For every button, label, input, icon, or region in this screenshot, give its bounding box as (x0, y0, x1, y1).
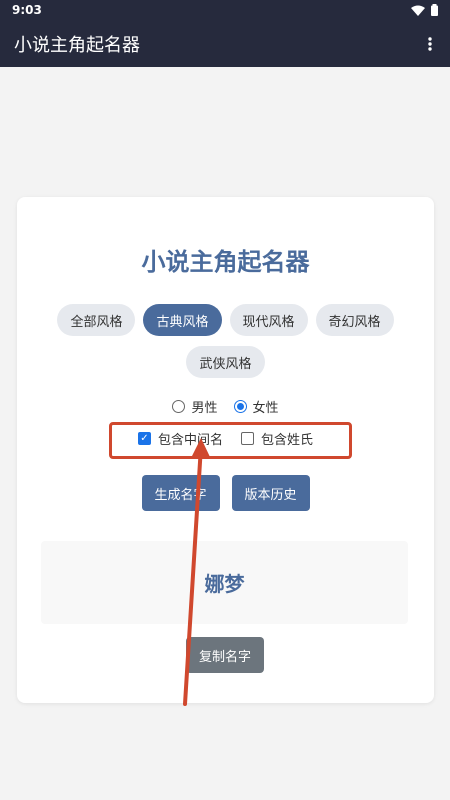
chip-all-styles[interactable]: 全部风格 (57, 304, 136, 336)
status-bar: 9:03 (0, 0, 450, 20)
more-vert-icon[interactable] (418, 32, 442, 56)
gender-male-option[interactable]: 男性 (172, 397, 218, 416)
action-buttons: 生成名字 版本历史 (17, 475, 434, 511)
status-time: 9:03 (12, 3, 42, 17)
chip-modern-style[interactable]: 现代风格 (229, 304, 308, 336)
style-chips: 全部风格 古典风格 现代风格 奇幻风格 武侠风格 (47, 304, 404, 378)
app-bar: 小说主角起名器 (0, 20, 450, 67)
male-radio[interactable] (172, 400, 186, 413)
generate-name-button[interactable]: 生成名字 (141, 475, 220, 511)
app-title: 小说主角起名器 (14, 34, 140, 56)
gender-radio-group: 男性 女性 (17, 397, 434, 416)
chip-classical-style[interactable]: 古典风格 (143, 304, 222, 336)
copy-name-button[interactable]: 复制名字 (186, 637, 264, 673)
version-history-button[interactable]: 版本历史 (231, 475, 310, 511)
chip-fantasy-style[interactable]: 奇幻风格 (315, 304, 394, 336)
wifi-icon (411, 5, 425, 16)
gender-female-option[interactable]: 女性 (233, 397, 279, 416)
female-radio[interactable] (233, 400, 247, 413)
female-label: 女性 (252, 401, 279, 416)
male-label: 男性 (191, 401, 218, 416)
chip-wuxia-style[interactable]: 武侠风格 (186, 346, 265, 378)
result-box: 娜梦 (41, 541, 408, 624)
status-icons (411, 4, 438, 16)
annotation-highlight-box (109, 422, 352, 459)
battery-icon (431, 4, 438, 16)
page-title: 小说主角起名器 (141, 248, 310, 276)
generated-name: 娜梦 (204, 572, 245, 596)
